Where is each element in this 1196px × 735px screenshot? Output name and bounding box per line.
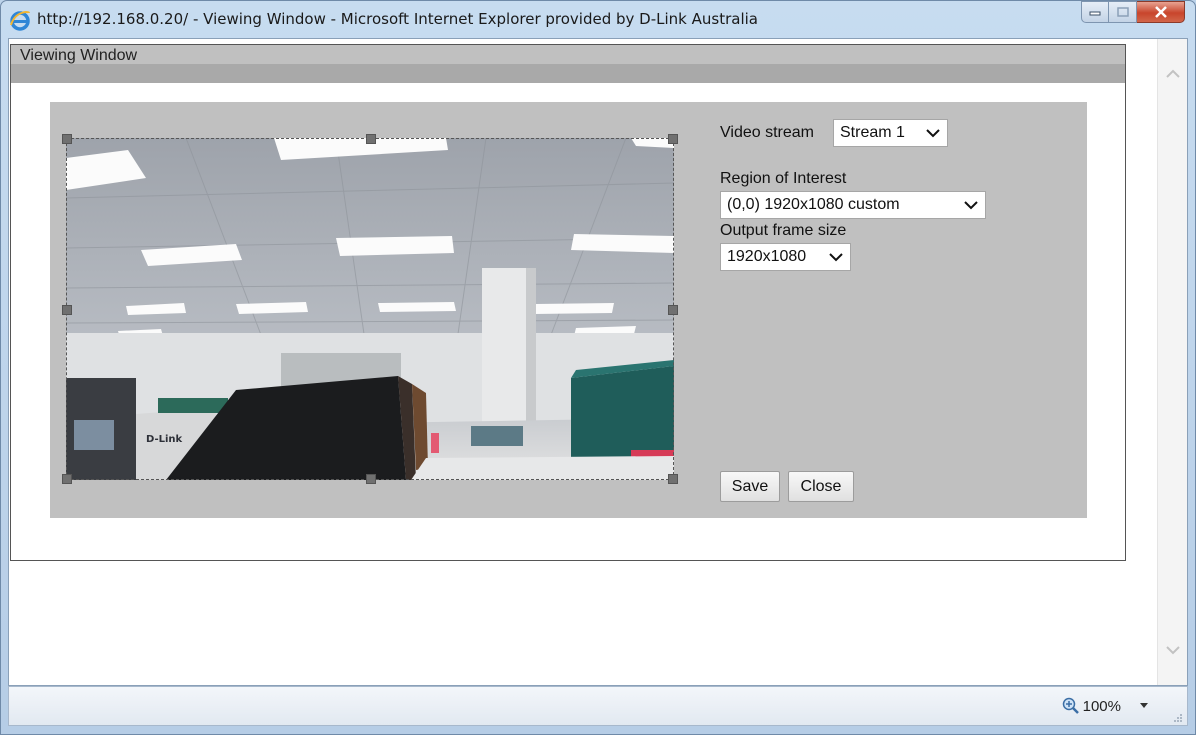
zoom-level: 100% [1082, 697, 1121, 715]
roi-handle-top[interactable] [366, 134, 376, 144]
zoom-icon [1062, 697, 1079, 714]
video-stream-value: Stream 1 [840, 124, 905, 141]
panel-header: Viewing Window [11, 45, 1125, 83]
roi-label: Region of Interest [720, 170, 847, 187]
minimize-icon [1089, 11, 1101, 16]
internet-explorer-icon [10, 11, 30, 31]
title-bar[interactable]: http://192.168.0.20/ - Viewing Window - … [1, 1, 1196, 39]
roi-value: (0,0) 1920x1080 custom [727, 196, 900, 213]
panel-title: Viewing Window [20, 47, 138, 64]
roi-handle-bottom[interactable] [366, 474, 376, 484]
roi-handle-bottom-right[interactable] [668, 474, 678, 484]
save-button[interactable]: Save [720, 471, 780, 502]
minimize-button[interactable] [1081, 1, 1109, 23]
chevron-down-icon [1166, 646, 1180, 655]
viewing-content: D-Link Video stream Stream 1 Region of I… [50, 102, 1087, 518]
vertical-scrollbar[interactable] [1157, 39, 1187, 685]
panel-header-band [11, 64, 1125, 83]
close-window-button[interactable] [1137, 1, 1185, 23]
viewing-window-panel: Viewing Window D-Link Video stream Strea… [10, 44, 1126, 561]
client-area: Viewing Window D-Link Video stream Strea… [8, 38, 1188, 686]
scroll-down-button[interactable] [1158, 635, 1188, 665]
zoom-control[interactable]: 100% [1062, 697, 1121, 715]
chevron-down-icon [926, 129, 940, 138]
roi-handle-top-right[interactable] [668, 134, 678, 144]
window-title: http://192.168.0.20/ - Viewing Window - … [37, 10, 758, 28]
chevron-down-icon [964, 201, 978, 210]
roi-selection[interactable] [62, 134, 678, 484]
output-frame-value: 1920x1080 [727, 248, 807, 265]
roi-select[interactable]: (0,0) 1920x1080 custom [720, 191, 986, 219]
close-button[interactable]: Close [788, 471, 854, 502]
maximize-button[interactable] [1109, 1, 1137, 23]
output-frame-select[interactable]: 1920x1080 [720, 243, 851, 271]
roi-handle-bottom-left[interactable] [62, 474, 72, 484]
video-stream-label: Video stream [720, 124, 814, 141]
scroll-up-button[interactable] [1158, 59, 1188, 89]
output-frame-label: Output frame size [720, 222, 847, 239]
roi-handle-right[interactable] [668, 305, 678, 315]
video-stream-select[interactable]: Stream 1 [833, 119, 948, 147]
resize-grip-icon[interactable] [1173, 713, 1183, 723]
close-icon [1154, 6, 1167, 18]
chevron-up-icon [1166, 69, 1180, 78]
status-bar: 100% [8, 686, 1188, 726]
caption-buttons [1081, 1, 1185, 23]
roi-handle-left[interactable] [62, 305, 72, 315]
zoom-dropdown-icon[interactable] [1137, 699, 1151, 711]
chevron-down-icon [829, 253, 843, 262]
maximize-icon [1116, 7, 1129, 17]
roi-handle-top-left[interactable] [62, 134, 72, 144]
